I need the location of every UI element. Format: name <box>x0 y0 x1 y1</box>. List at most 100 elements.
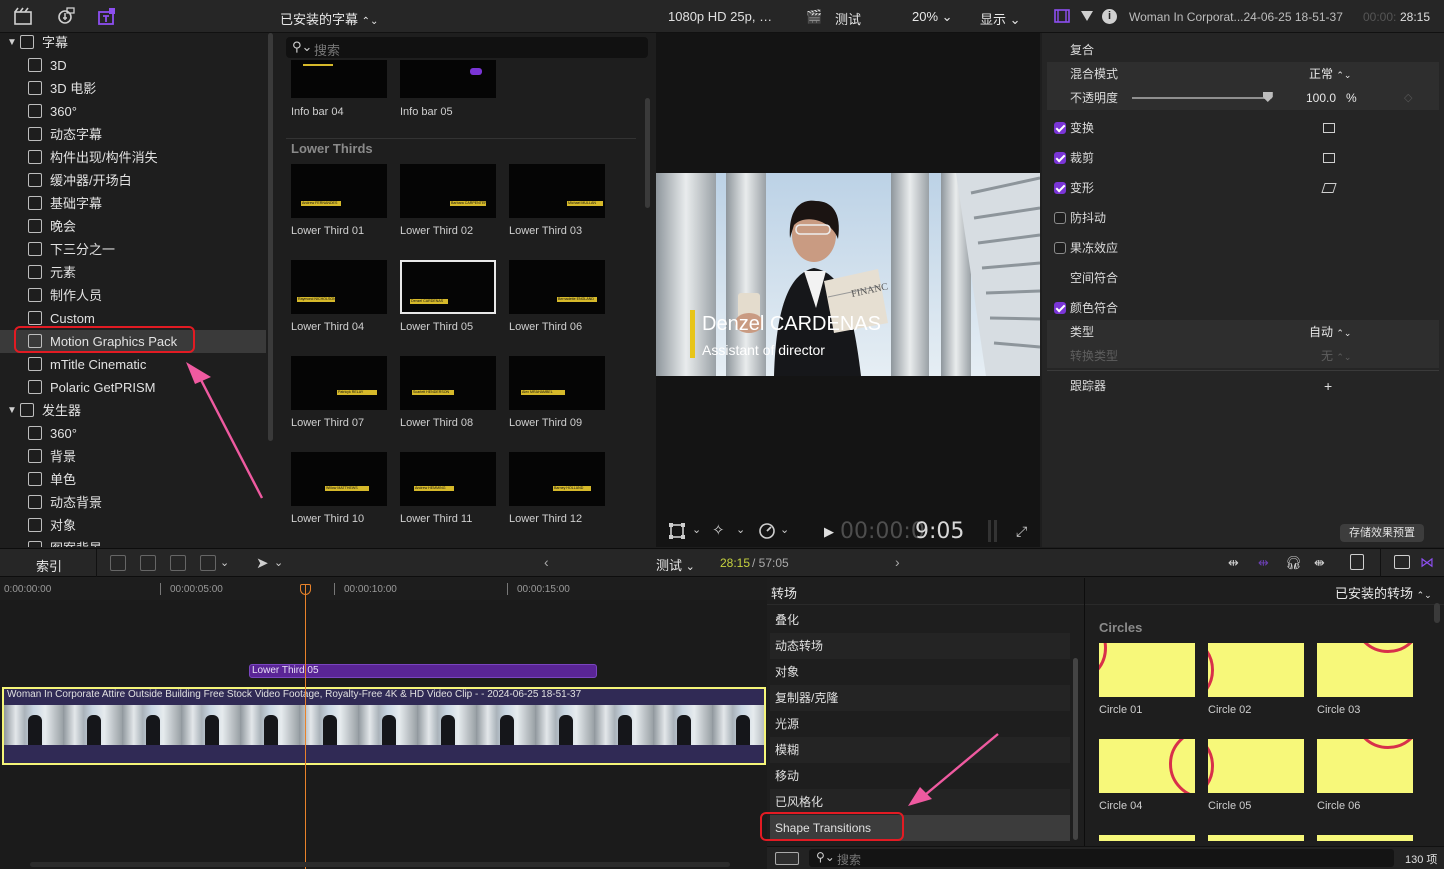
forward-arrow-icon[interactable]: › <box>895 554 900 570</box>
transition-category-item-1[interactable]: 动态转场 <box>770 633 1070 659</box>
title-clip[interactable]: Lower Third 05 <box>249 664 597 678</box>
sidebar-scrollbar[interactable] <box>268 33 273 441</box>
circle-transition-thumbnail[interactable] <box>1208 643 1304 697</box>
opacity-slider-knob[interactable] <box>1262 92 1273 102</box>
sidebar-item-1-2[interactable]: 单色 <box>0 468 266 491</box>
transition-category-item-3[interactable]: 复制器/克隆 <box>770 685 1070 711</box>
transitions-scrollbar[interactable] <box>1434 603 1440 623</box>
playhead[interactable] <box>305 584 306 869</box>
play-icon[interactable]: ▶ <box>824 524 834 540</box>
timeline-scrollbar[interactable] <box>30 862 730 867</box>
chevron-down-icon[interactable]: ⌄ <box>274 556 283 569</box>
timeline-ruler[interactable]: 0:00:00:00 00:00:05:00 00:00:10:00 00:00… <box>0 578 767 600</box>
chevron-down-icon[interactable]: ⌄ <box>780 523 789 536</box>
sidebar-item-0-13[interactable]: mTitle Cinematic <box>0 353 266 376</box>
audio-skimming-icon[interactable]: ⇹ <box>1258 555 1269 571</box>
conform-type-select[interactable]: 自动 ⌃⌄ <box>1309 320 1351 345</box>
sidebar-item-0-3[interactable]: 动态字幕 <box>0 123 266 146</box>
back-arrow-icon[interactable]: ‹ <box>544 554 549 570</box>
select-arrow-tool-icon[interactable]: ➤ <box>256 554 269 572</box>
sidebar-group-0[interactable]: ▼ 字幕 <box>0 33 266 54</box>
connect-clip-icon[interactable] <box>110 555 126 571</box>
sidebar-item-1-5[interactable]: 图案背景 <box>0 537 266 547</box>
fullscreen-icon[interactable]: ⤢ <box>1016 523 1027 540</box>
inspector-checkbox[interactable] <box>1054 152 1066 164</box>
opacity-slider[interactable] <box>1132 97 1272 99</box>
info-icon[interactable]: i <box>1102 9 1117 24</box>
circle-transition-thumbnail[interactable] <box>1317 643 1413 697</box>
keyframe-icon[interactable]: ◇ <box>1404 86 1412 110</box>
sidebar-item-1-4[interactable]: 对象 <box>0 514 266 537</box>
circle-transition-thumbnail-partial[interactable] <box>1317 835 1413 841</box>
speed-gauge-icon[interactable] <box>758 522 776 540</box>
circle-transition-thumbnail-partial[interactable] <box>1099 835 1195 841</box>
clip-appearance-icon[interactable] <box>1350 554 1364 570</box>
add-tracker-icon[interactable]: + <box>1324 374 1332 398</box>
lower-third-thumbnail[interactable]: Denzel CARDENAS <box>400 260 496 314</box>
transition-category-item-4[interactable]: 光源 <box>770 711 1070 737</box>
lower-third-thumbnail[interactable]: Alex MRAHAMBEL <box>509 356 605 410</box>
sidebar-item-0-14[interactable]: Polaric GetPRISM <box>0 376 266 399</box>
inspector-checkbox[interactable] <box>1054 122 1066 134</box>
viewer-zoom-menu[interactable]: 20% ⌄ <box>912 9 953 25</box>
info-bar-04-thumbnail[interactable] <box>291 60 387 98</box>
viewer-display-menu[interactable]: 显示 ⌄ <box>980 9 1021 28</box>
lower-third-thumbnail[interactable]: Patricyk RELAY <box>291 356 387 410</box>
opacity-value[interactable]: 100.0 <box>1306 86 1336 110</box>
lower-third-thumbnail[interactable]: Raymond NICHOLSON <box>291 260 387 314</box>
category-scrollbar[interactable] <box>1073 658 1078 840</box>
chevron-down-icon[interactable]: ⌄ <box>736 523 745 536</box>
transitions-browser-icon[interactable]: ⋈ <box>1420 554 1434 571</box>
transform-tool-icon[interactable] <box>668 522 686 540</box>
disclosure-triangle-icon[interactable]: ▼ <box>7 399 17 422</box>
browser-category-menu[interactable]: 已安装的字幕 ⌃⌄ <box>280 9 378 28</box>
insert-clip-icon[interactable] <box>140 555 156 571</box>
sidebar-item-0-0[interactable]: 3D <box>0 54 266 77</box>
transform-handles-icon[interactable] <box>1323 123 1335 133</box>
sidebar-item-0-4[interactable]: 构件出现/构件消失 <box>0 146 266 169</box>
installed-transitions-menu[interactable]: 已安装的转场 ⌃⌄ <box>1335 583 1432 602</box>
titles-generators-icon[interactable] <box>97 7 117 27</box>
headphones-icon[interactable]: 🎧︎ <box>1285 555 1302 571</box>
chevron-down-icon[interactable]: ⌄ <box>220 556 229 569</box>
viewer-format[interactable]: 1080p HD 25p, … <box>668 9 772 24</box>
effects-browser-icon[interactable] <box>1394 555 1410 569</box>
circle-transition-thumbnail[interactable] <box>1099 739 1195 793</box>
transition-category-item-5[interactable]: 模糊 <box>770 737 1070 763</box>
video-inspector-icon[interactable] <box>1054 9 1070 23</box>
photos-audio-icon[interactable] <box>56 7 76 27</box>
lower-third-thumbnail[interactable]: Scarlett HENDERSON <box>400 356 496 410</box>
skimming-icon[interactable]: ⇹ <box>1228 555 1239 571</box>
circle-transition-thumbnail-partial[interactable] <box>1208 835 1304 841</box>
save-effects-preset-button[interactable]: 存储效果预置 <box>1340 524 1424 542</box>
inspector-checkbox[interactable] <box>1054 182 1066 194</box>
distort-icon[interactable] <box>1321 183 1337 193</box>
filter-icon[interactable] <box>1080 9 1094 23</box>
sidebar-item-0-2[interactable]: 360° <box>0 100 266 123</box>
lower-third-thumbnail[interactable]: Andrew FERNANDES <box>291 164 387 218</box>
chevron-down-icon[interactable]: ⌄ <box>692 523 701 536</box>
browser-scrollbar[interactable] <box>645 98 650 208</box>
lower-third-thumbnail[interactable]: Barney HOLLAND <box>509 452 605 506</box>
sidebar-item-0-9[interactable]: 元素 <box>0 261 266 284</box>
inspector-checkbox[interactable] <box>1054 242 1066 254</box>
enhance-wand-icon[interactable]: ✧ <box>712 521 725 539</box>
video-clip[interactable]: Woman In Corporate Attire Outside Buildi… <box>2 687 766 765</box>
playhead-handle[interactable] <box>300 584 311 595</box>
sidebar-item-0-1[interactable]: 3D 电影 <box>0 77 266 100</box>
libraries-icon[interactable] <box>13 7 33 27</box>
viewer-project-name[interactable]: 测试 <box>835 9 861 28</box>
lower-third-thumbnail[interactable]: Michael MULLAN <box>509 164 605 218</box>
circle-transition-thumbnail[interactable] <box>1208 739 1304 793</box>
lower-third-thumbnail[interactable]: Barbara CARPENTER <box>400 164 496 218</box>
append-clip-icon[interactable] <box>170 555 186 571</box>
lower-third-thumbnail[interactable]: Willow MATTHEWS <box>291 452 387 506</box>
inspector-checkbox[interactable] <box>1054 212 1066 224</box>
transition-category-item-2[interactable]: 对象 <box>770 659 1070 685</box>
circle-transition-thumbnail[interactable] <box>1317 739 1413 793</box>
sidebar-item-1-1[interactable]: 背景 <box>0 445 266 468</box>
blend-mode-select[interactable]: 正常 ⌃⌄ <box>1309 62 1351 87</box>
sidebar-item-0-5[interactable]: 缓冲器/开场白 <box>0 169 266 192</box>
transitions-search-input[interactable]: ⚲⌄ 搜索 <box>809 849 1394 867</box>
sidebar-item-1-3[interactable]: 动态背景 <box>0 491 266 514</box>
